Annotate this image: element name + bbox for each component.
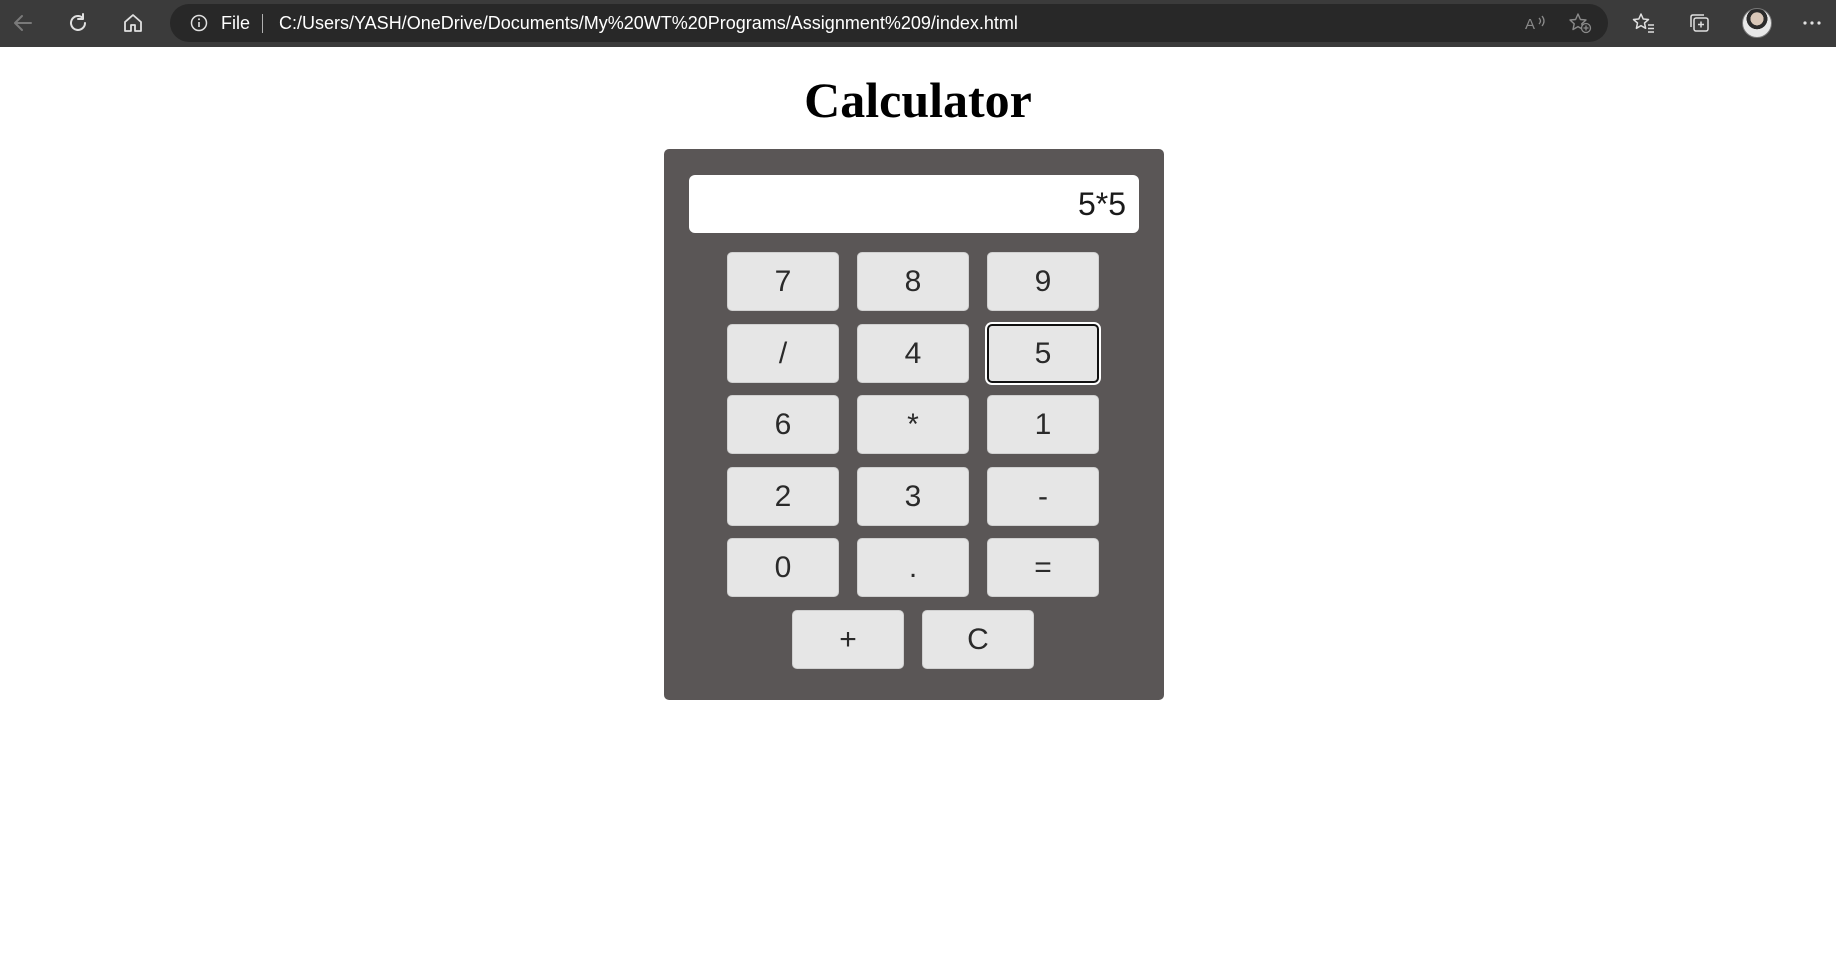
- key-add[interactable]: +: [792, 610, 904, 669]
- key-2[interactable]: 2: [727, 467, 839, 526]
- key-3[interactable]: 3: [857, 467, 969, 526]
- key-0[interactable]: 0: [727, 538, 839, 597]
- browser-toolbar: File C:/Users/YASH/OneDrive/Documents/My…: [0, 0, 1836, 47]
- page-title: Calculator: [804, 72, 1032, 128]
- key-divide[interactable]: /: [727, 324, 839, 383]
- favorites-button[interactable]: [1627, 6, 1661, 40]
- key-subtract[interactable]: -: [987, 467, 1099, 526]
- home-button[interactable]: [116, 6, 150, 40]
- refresh-button[interactable]: [61, 6, 95, 40]
- key-4[interactable]: 4: [857, 324, 969, 383]
- key-clear[interactable]: C: [922, 610, 1034, 669]
- calculator: 7 8 9 / 4 5 6 * 1 2 3 - 0 . = + C: [664, 149, 1164, 700]
- key-multiply[interactable]: *: [857, 395, 969, 454]
- back-arrow-icon: [14, 15, 32, 31]
- key-decimal[interactable]: .: [857, 538, 969, 597]
- key-equals[interactable]: =: [987, 538, 1099, 597]
- key-1[interactable]: 1: [987, 395, 1099, 454]
- back-button[interactable]: [6, 6, 40, 40]
- address-separator: [262, 14, 263, 33]
- collections-icon: [1690, 14, 1709, 32]
- key-5[interactable]: 5: [987, 324, 1099, 383]
- svg-text:A: A: [1525, 16, 1535, 33]
- calculator-display[interactable]: [689, 175, 1139, 233]
- address-bar[interactable]: File C:/Users/YASH/OneDrive/Documents/My…: [170, 4, 1608, 42]
- key-7[interactable]: 7: [727, 252, 839, 311]
- refresh-icon: [70, 13, 86, 31]
- url-text[interactable]: C:/Users/YASH/OneDrive/Documents/My%20WT…: [279, 13, 1018, 33]
- favorites-icon: [1632, 13, 1654, 33]
- star-plus-icon[interactable]: [1568, 12, 1592, 34]
- key-9[interactable]: 9: [987, 252, 1099, 311]
- home-icon: [124, 14, 142, 32]
- collections-button[interactable]: [1682, 6, 1716, 40]
- profile-button[interactable]: [1740, 6, 1774, 40]
- avatar: [1742, 8, 1772, 38]
- key-6[interactable]: 6: [727, 395, 839, 454]
- more-button[interactable]: [1795, 6, 1829, 40]
- more-icon: [1803, 21, 1821, 25]
- address-prefix: File: [221, 13, 251, 33]
- info-icon[interactable]: [190, 14, 208, 32]
- key-8[interactable]: 8: [857, 252, 969, 311]
- read-aloud-icon[interactable]: A: [1524, 13, 1548, 33]
